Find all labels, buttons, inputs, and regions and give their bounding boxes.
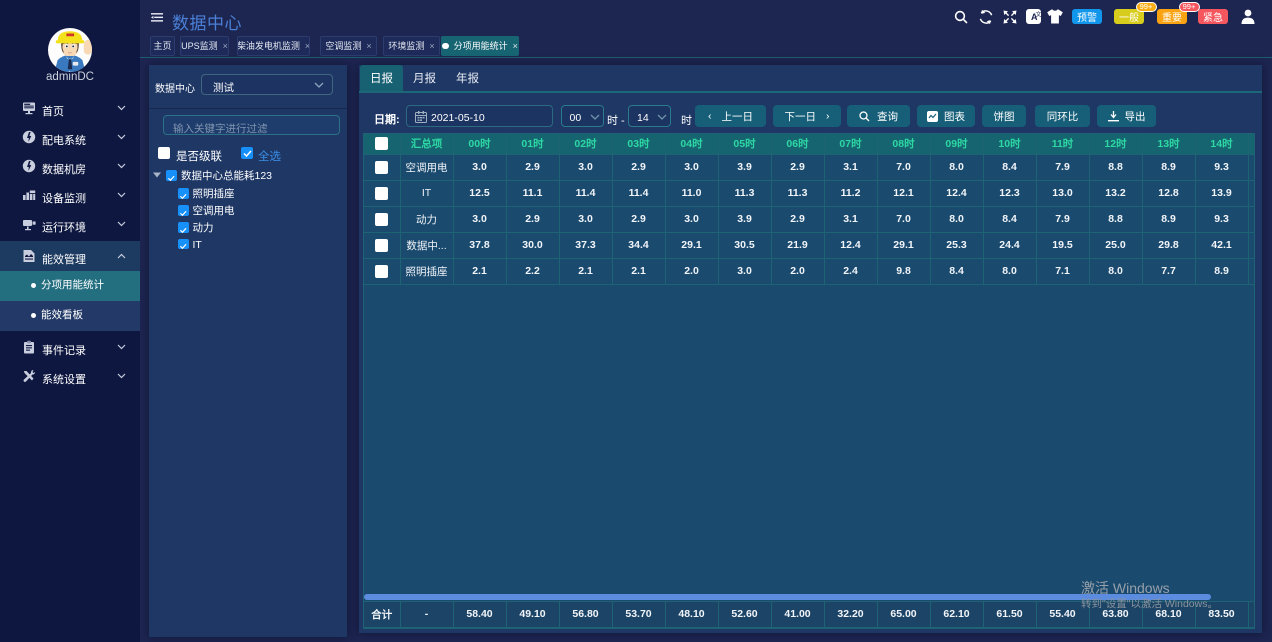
svg-text:文: 文	[1036, 11, 1042, 19]
